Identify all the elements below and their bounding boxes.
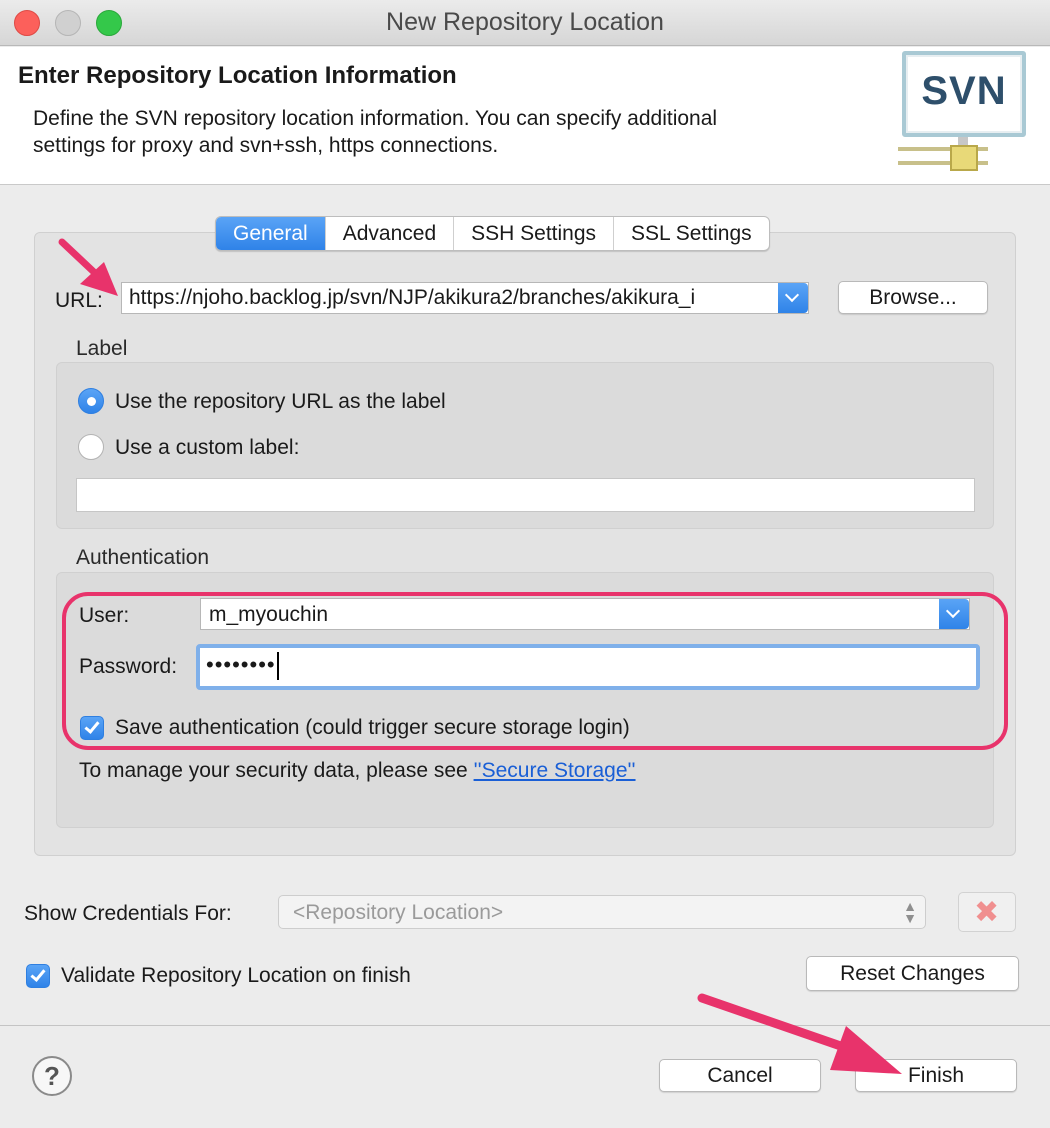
- browse-button[interactable]: Browse...: [838, 281, 988, 314]
- url-label: URL:: [55, 289, 103, 312]
- url-dropdown-button[interactable]: [778, 283, 808, 313]
- tab-ssh-settings[interactable]: SSH Settings: [454, 217, 615, 250]
- cancel-button[interactable]: Cancel: [659, 1059, 821, 1092]
- use-repository-url-label[interactable]: Use the repository URL as the label: [115, 390, 446, 414]
- use-custom-label-label[interactable]: Use a custom label:: [115, 436, 299, 460]
- use-repository-url-radio[interactable]: [78, 388, 104, 414]
- validate-location-checkbox[interactable]: [26, 964, 50, 988]
- show-credentials-label: Show Credentials For:: [24, 902, 232, 925]
- delete-credentials-button[interactable]: ✖: [958, 892, 1016, 932]
- svn-logo-icon: SVN: [898, 51, 1046, 179]
- tab-ssl-settings[interactable]: SSL Settings: [614, 217, 769, 250]
- finish-button[interactable]: Finish: [855, 1059, 1017, 1092]
- secure-storage-hint: To manage your security data, please see…: [79, 759, 636, 783]
- credentials-select-value: <Repository Location>: [293, 901, 504, 924]
- validate-location-label[interactable]: Validate Repository Location on finish: [61, 964, 411, 988]
- svn-monitor: SVN: [902, 51, 1026, 137]
- authentication-group-caption: Authentication: [76, 546, 210, 569]
- chevron-down-icon: [784, 287, 800, 303]
- page-description: Define the SVN repository location infor…: [33, 107, 718, 157]
- window-title: New Repository Location: [386, 8, 664, 36]
- tab-advanced[interactable]: Advanced: [326, 217, 455, 250]
- label-group-caption: Label: [76, 337, 128, 360]
- secure-storage-link[interactable]: ''Secure Storage'': [474, 759, 636, 782]
- reset-changes-button[interactable]: Reset Changes: [806, 956, 1019, 991]
- help-icon[interactable]: ?: [32, 1056, 72, 1096]
- footer-divider: [0, 1025, 1050, 1026]
- url-combobox[interactable]: https://njoho.backlog.jp/svn/NJP/akikura…: [121, 282, 809, 314]
- tab-bar: General Advanced SSH Settings SSL Settin…: [215, 216, 770, 251]
- secure-storage-hint-text: To manage your security data, please see: [79, 759, 474, 782]
- checkmark-icon: [30, 966, 46, 982]
- credentials-select[interactable]: <Repository Location> ▲ ▼: [278, 895, 926, 929]
- updown-arrows-icon: ▲ ▼: [903, 898, 917, 926]
- annotation-highlight: [62, 592, 1008, 750]
- custom-label-input[interactable]: [76, 478, 975, 512]
- delete-x-icon: ✖: [974, 896, 1000, 929]
- url-value[interactable]: https://njoho.backlog.jp/svn/NJP/akikura…: [129, 286, 774, 310]
- use-custom-label-radio[interactable]: [78, 434, 104, 460]
- tab-general[interactable]: General: [216, 217, 326, 250]
- page-title: Enter Repository Location Information: [18, 62, 457, 89]
- svn-logo-text: SVN: [921, 69, 1007, 113]
